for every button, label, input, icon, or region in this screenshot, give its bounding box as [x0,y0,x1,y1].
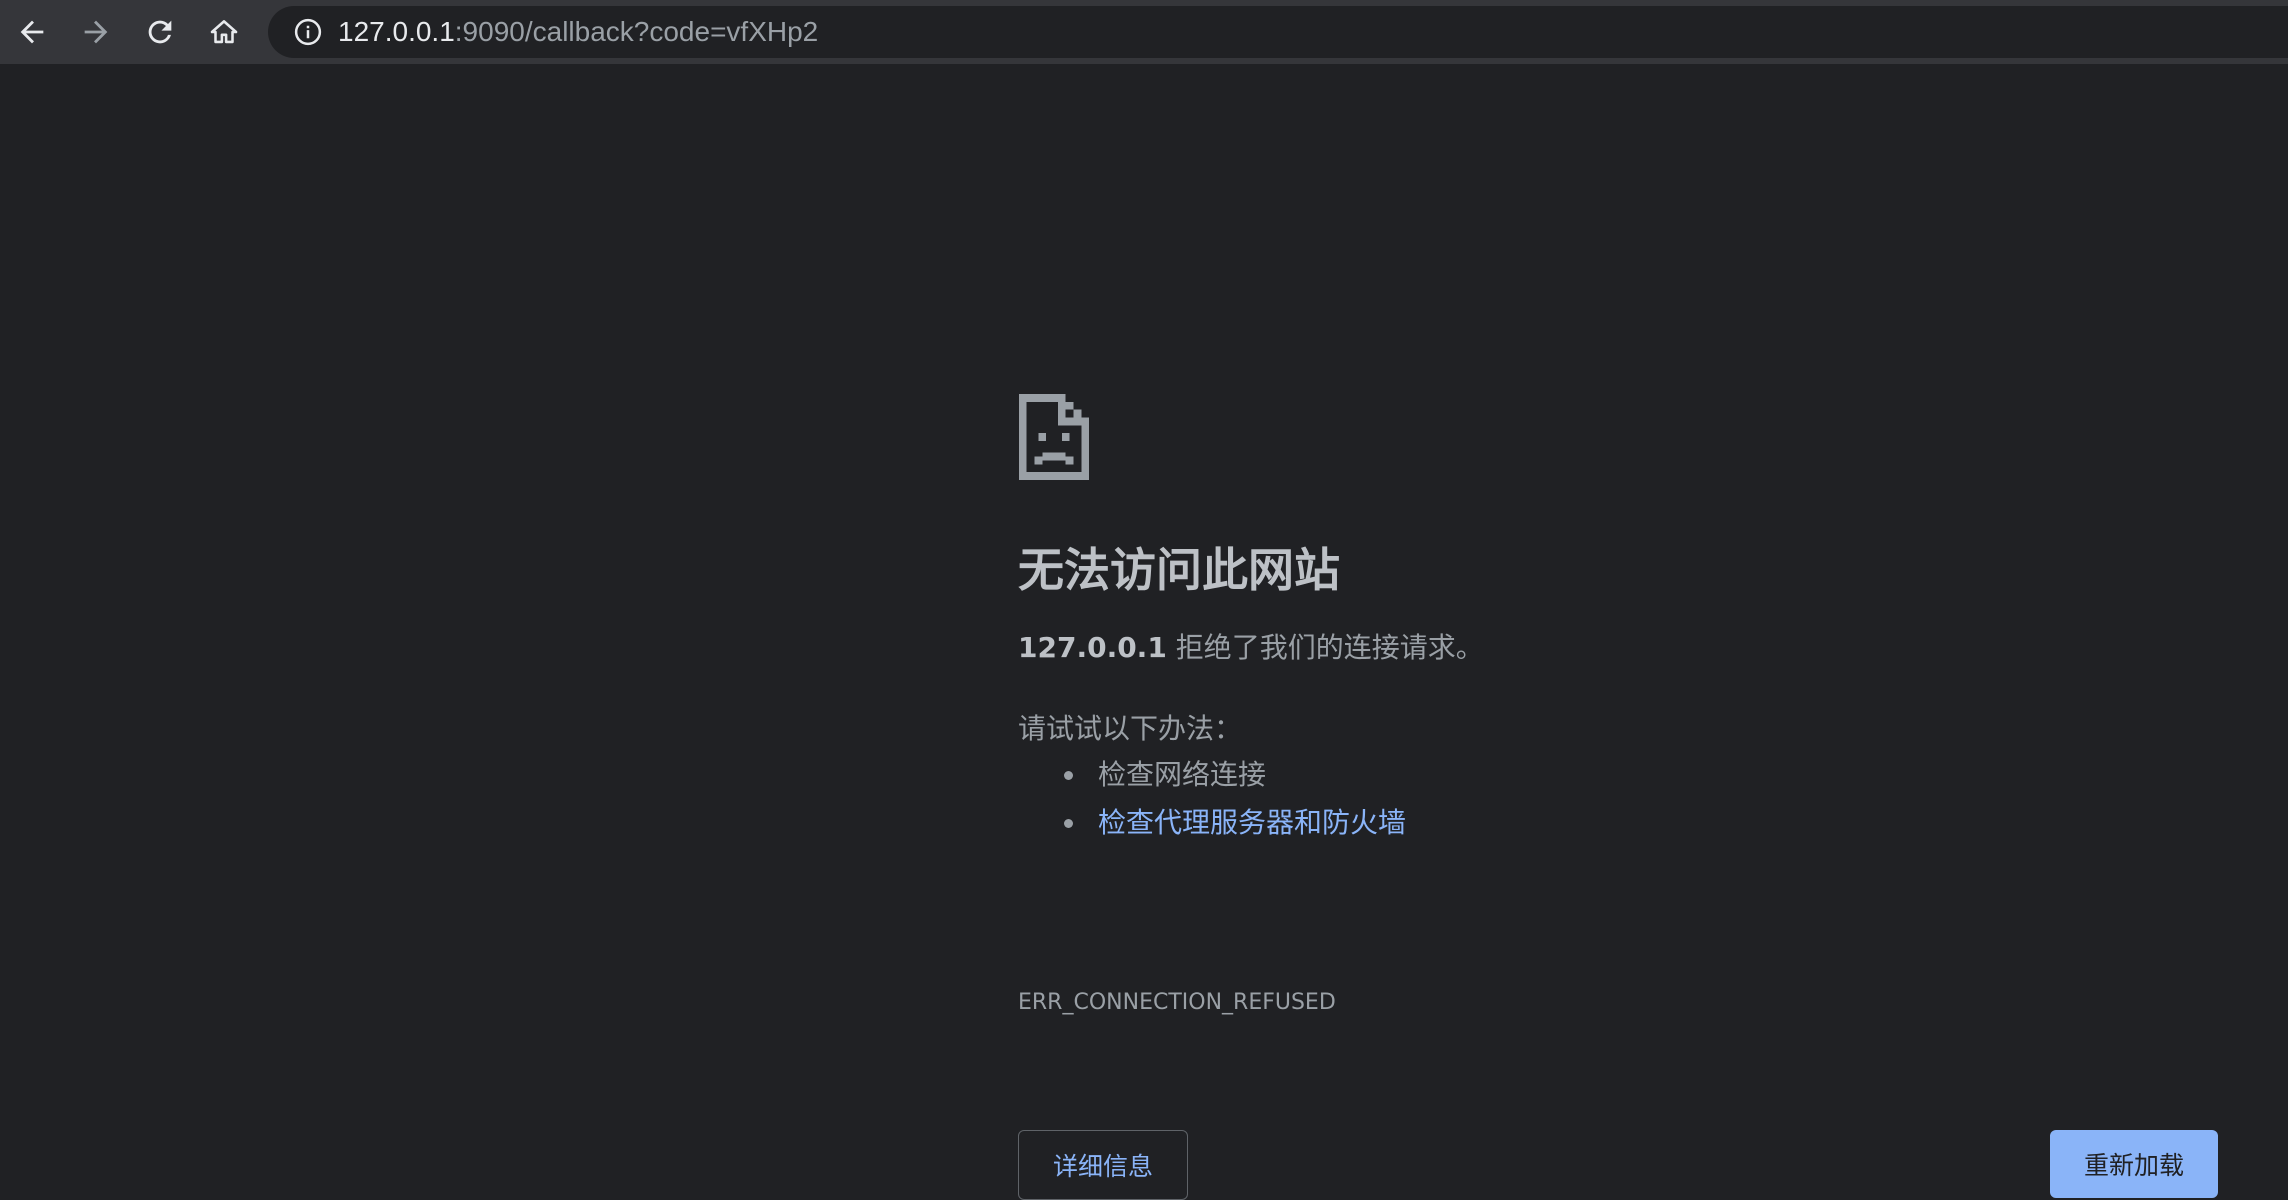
suggestions-list: 检查网络连接 检查代理服务器和防火墙 [1018,751,1406,847]
arrow-right-icon [84,20,108,44]
error-code: ERR_CONNECTION_REFUSED [1018,990,1336,1015]
suggestion-check-proxy-link[interactable]: 检查代理服务器和防火墙 [1098,806,1406,839]
sad-document-icon [1018,394,1090,480]
site-info-button[interactable] [290,14,326,50]
home-icon [210,20,238,44]
reload-button[interactable]: 重新加载 [2050,1130,2218,1198]
url-host: 127.0.0.1 [338,16,455,47]
details-button[interactable]: 详细信息 [1018,1130,1188,1200]
page-title: 无法访问此网站 [1018,543,1340,597]
list-item: 检查代理服务器和防火墙 [1018,799,1406,847]
list-item: 检查网络连接 [1018,751,1406,799]
url-path: :9090/callback?code=vfXHp2 [454,16,819,47]
error-summary-text: 拒绝了我们的连接请求。 [1166,631,1484,664]
browser-toolbar: 127.0.0.1:9090/callback?code=vfXHp2 [0,0,2288,64]
reload-icon [148,20,172,44]
reload-page-button[interactable] [138,10,182,54]
error-page: 无法访问此网站 127.0.0.1 拒绝了我们的连接请求。 请试试以下办法： 检… [0,64,2288,1200]
back-button[interactable] [10,10,54,54]
suggestion-check-network: 检查网络连接 [1098,758,1267,791]
info-icon [294,18,322,46]
address-bar[interactable]: 127.0.0.1:9090/callback?code=vfXHp2 [268,6,2288,58]
forward-button[interactable] [74,10,118,54]
arrow-left-icon [20,20,44,44]
error-summary: 127.0.0.1 拒绝了我们的连接请求。 [1018,626,1484,666]
error-host: 127.0.0.1 [1018,631,1167,664]
home-button[interactable] [202,10,246,54]
suggestions-intro: 请试试以下办法： [1018,712,1243,745]
